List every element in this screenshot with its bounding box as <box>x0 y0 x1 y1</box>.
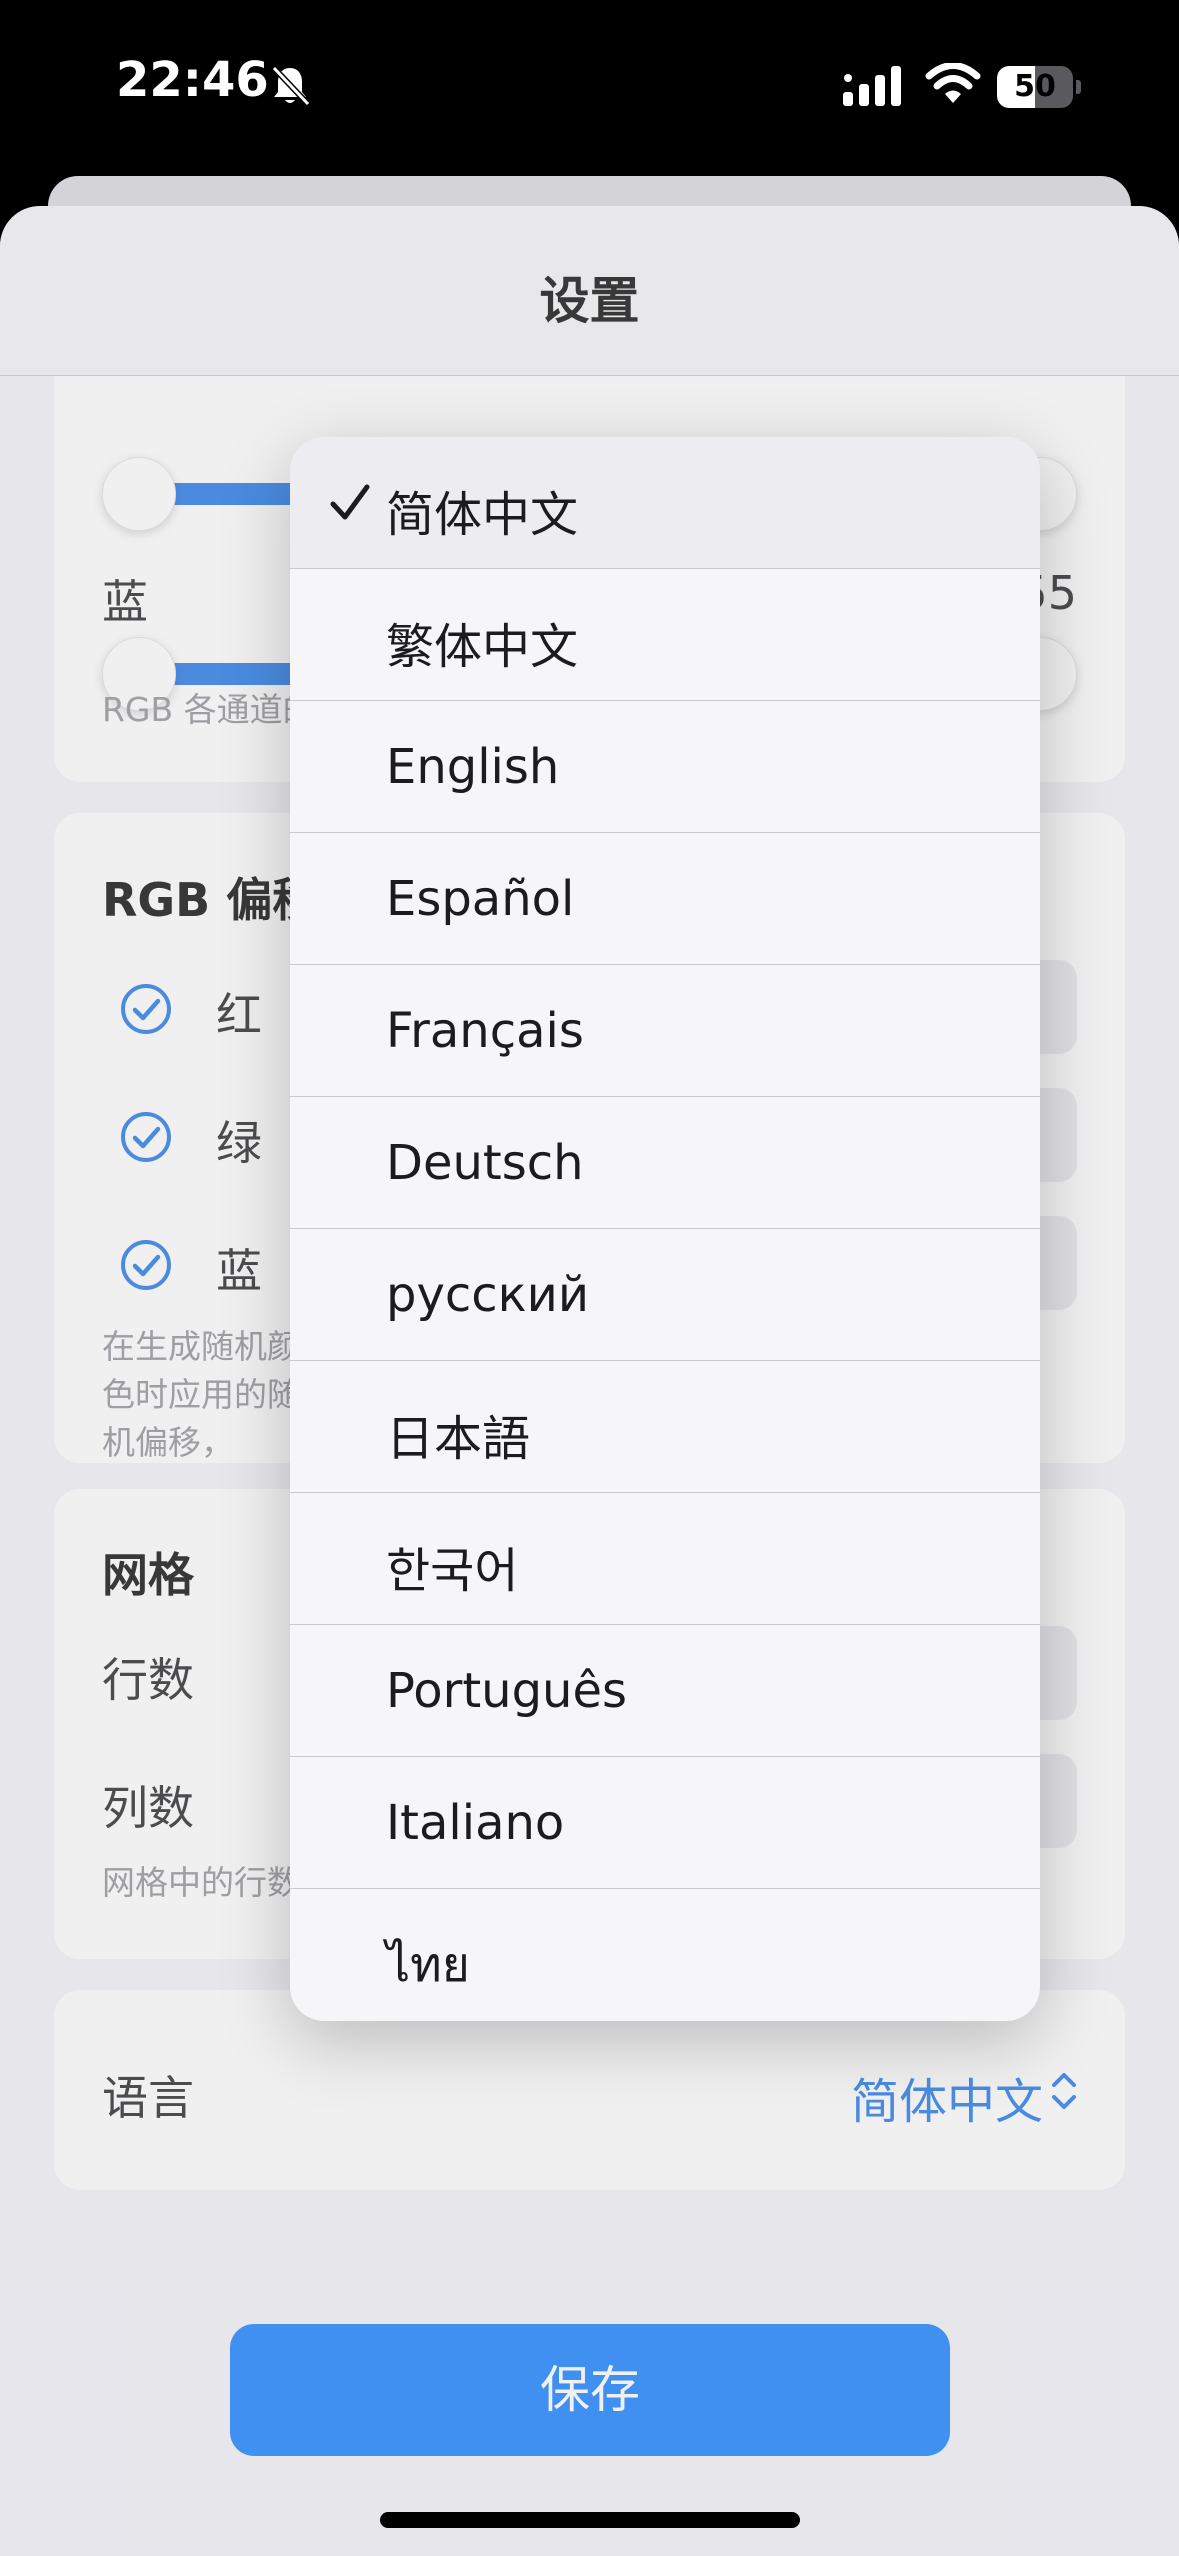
navigation-bar: 设置 <box>0 206 1179 376</box>
language-option-label: ไทย <box>386 1937 470 1993</box>
chevron-up-down-icon <box>1052 2073 1076 2109</box>
language-option[interactable]: 繁体中文 <box>290 569 1040 701</box>
language-option[interactable]: Deutsch <box>290 1097 1040 1229</box>
language-option[interactable]: 한국어 <box>290 1493 1040 1625</box>
status-time: 22:46 <box>116 52 269 108</box>
language-option[interactable]: Español <box>290 833 1040 965</box>
grid-footnote: 网格中的行数 <box>102 1863 300 1902</box>
grid-heading: 网格 <box>102 1548 194 1602</box>
language-option[interactable]: English <box>290 701 1040 833</box>
language-option-label: Français <box>386 1003 584 1059</box>
rgb-offset-heading: RGB 偏移 <box>102 873 319 927</box>
language-option-label: 简体中文 <box>386 487 579 543</box>
bell-slash-icon <box>271 65 311 107</box>
language-menu: 简体中文繁体中文 English Español Français Deutsch рус… <box>290 437 1040 2021</box>
wifi-icon <box>925 63 981 103</box>
language-option[interactable]: 简体中文 <box>290 437 1040 569</box>
language-option-label: Italiano <box>386 1795 565 1851</box>
language-option[interactable]: ไทย <box>290 1889 1040 2021</box>
language-option[interactable]: 日本語 <box>290 1361 1040 1493</box>
language-option-label: Español <box>386 871 575 927</box>
language-option-label: 日本語 <box>386 1411 531 1467</box>
grid-rows-label: 行数 <box>102 1653 194 1707</box>
checkmark-circle-icon[interactable] <box>120 1111 172 1163</box>
battery-indicator: 50 <box>997 66 1081 108</box>
language-option[interactable]: Italiano <box>290 1757 1040 1889</box>
offset-red-label: 红 <box>216 988 262 1042</box>
language-option-label: Deutsch <box>386 1135 584 1191</box>
checkmark-circle-icon[interactable] <box>120 983 172 1035</box>
save-button[interactable]: 保存 <box>230 2324 950 2456</box>
status-bar: 22:46 50 <box>0 0 1179 175</box>
checkmark-icon <box>330 484 370 520</box>
blue-label: 蓝 <box>102 575 148 629</box>
checkmark-circle-icon[interactable] <box>120 1239 172 1291</box>
language-option-label: русский <box>386 1267 590 1323</box>
offset-green-label: 绿 <box>216 1116 262 1170</box>
language-option[interactable]: Português <box>290 1625 1040 1757</box>
language-option[interactable]: русский <box>290 1229 1040 1361</box>
language-option[interactable]: Français <box>290 965 1040 1097</box>
green-slider-min-thumb[interactable] <box>102 457 176 531</box>
cellular-signal-icon <box>843 66 901 106</box>
home-indicator <box>380 2512 800 2528</box>
language-option-label: 繁体中文 <box>386 619 579 675</box>
language-option-label: Português <box>386 1663 628 1719</box>
language-label: 语言 <box>102 2071 194 2125</box>
offset-footnote: 在生成随机颜色时应用的随机偏移， <box>102 1327 300 1462</box>
offset-blue-label: 蓝 <box>216 1244 262 1298</box>
battery-percent: 50 <box>1014 69 1056 104</box>
language-option-label: 한국어 <box>386 1543 519 1599</box>
language-option-label: English <box>386 739 560 795</box>
page-title: 设置 <box>539 272 640 330</box>
language-value[interactable]: 简体中文 <box>851 2062 1043 2132</box>
grid-cols-label: 列数 <box>102 1781 194 1835</box>
